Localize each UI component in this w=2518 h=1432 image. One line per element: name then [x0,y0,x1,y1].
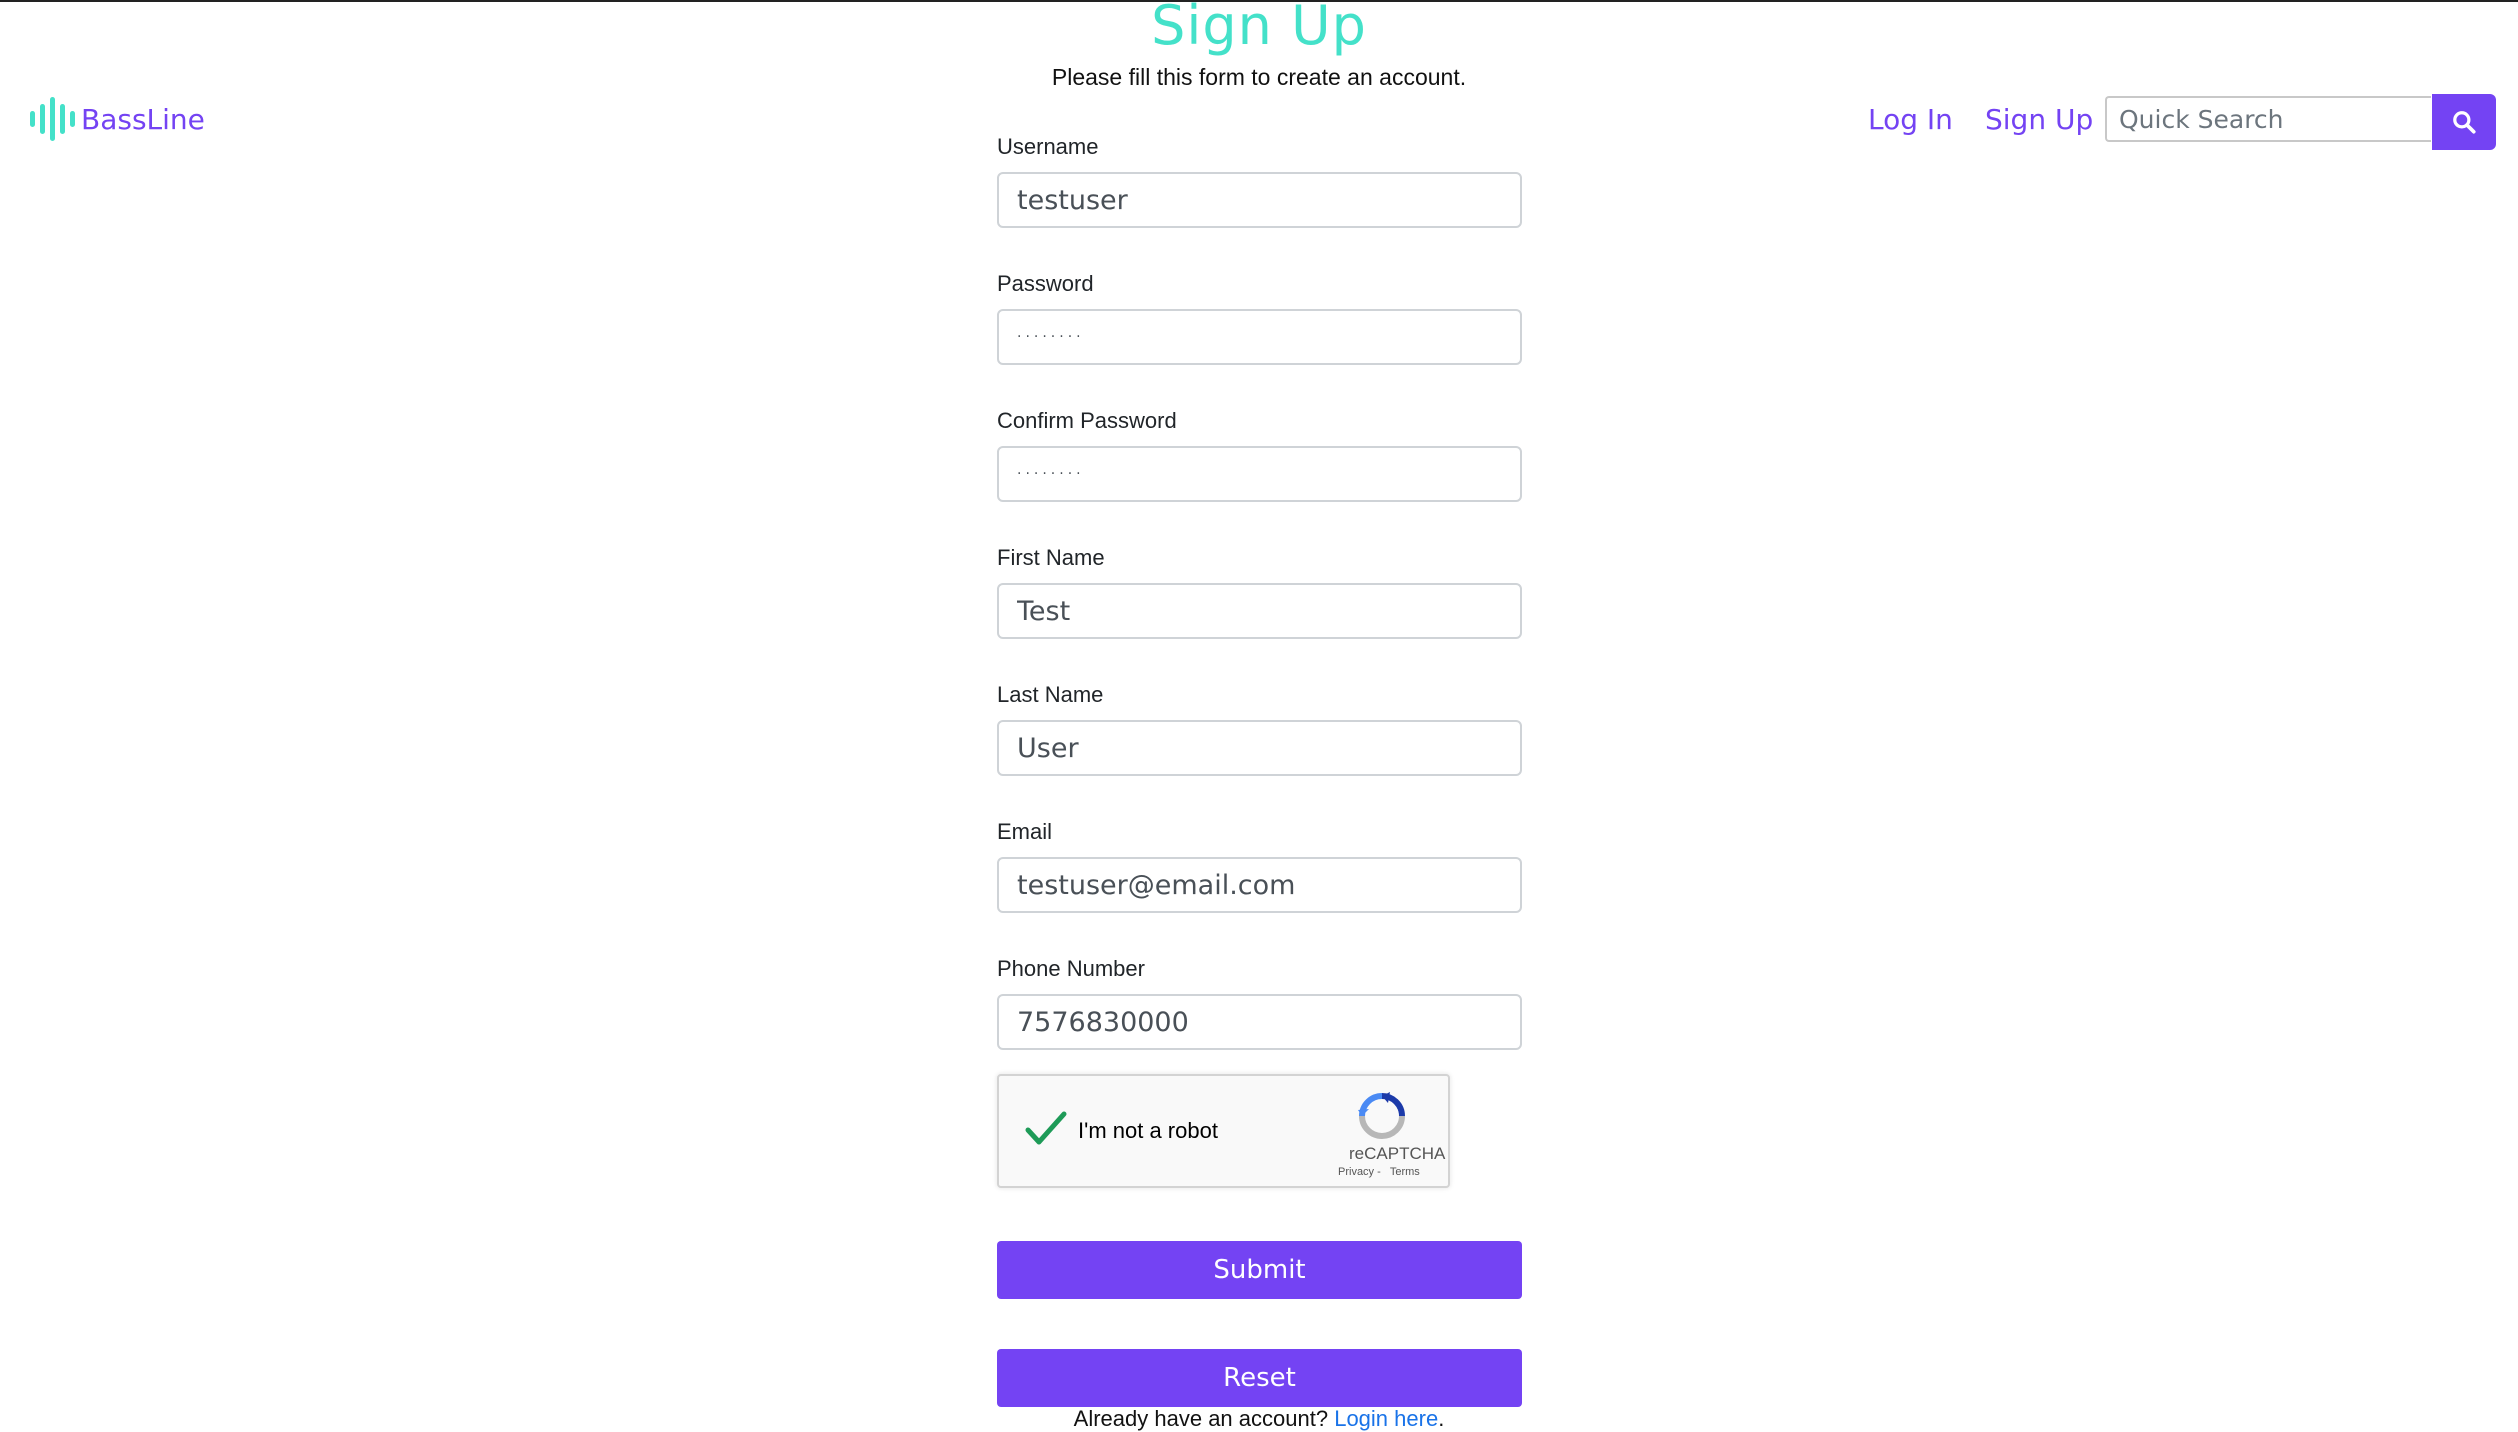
checkmark-icon[interactable] [1023,1106,1069,1152]
last-name-input[interactable] [997,720,1522,776]
recaptcha-link-separator: - [1374,1166,1384,1178]
confirm-password-label: Confirm Password [997,408,1177,433]
search-button[interactable] [2432,94,2496,150]
recaptcha-logo-icon [1358,1092,1405,1139]
recaptcha-terms-link[interactable]: Terms [1390,1166,1420,1178]
login-here-link[interactable]: Login here [1334,1406,1438,1431]
page-subtitle: Please fill this form to create an accou… [1051,64,1467,90]
soundwave-icon [30,97,75,141]
recaptcha-links: Privacy - Terms [1338,1166,1420,1178]
login-prompt-suffix: . [1438,1406,1445,1431]
reset-button[interactable]: Reset [997,1349,1522,1407]
first-name-label: First Name [997,545,1105,570]
confirm-password-input[interactable]: ········ [997,446,1522,502]
page-title: Sign Up [1151,0,1367,57]
email-input[interactable] [997,857,1522,913]
last-name-label: Last Name [997,682,1104,707]
username-input[interactable] [997,172,1522,228]
recaptcha-label: I'm not a robot [1078,1118,1218,1143]
recaptcha-privacy-link[interactable]: Privacy [1338,1166,1374,1178]
brand-name: BassLine [81,102,205,136]
quick-search-input[interactable] [2105,96,2431,142]
username-label: Username [997,134,1099,159]
phone-input[interactable] [997,994,1522,1050]
recaptcha-widget: I'm not a robot reCAPTCHA Privacy - Term… [997,1074,1450,1188]
email-label: Email [997,819,1053,844]
login-prompt: Already have an account? Login here. [0,1406,2518,1432]
password-input[interactable]: ········ [997,309,1522,365]
phone-label: Phone Number [997,956,1145,981]
password-label: Password [997,271,1094,296]
submit-button[interactable]: Submit [997,1241,1522,1299]
first-name-input[interactable] [997,583,1522,639]
nav-login-link[interactable]: Log In [1868,98,1953,142]
nav-signup-link[interactable]: Sign Up [1985,98,2093,142]
search-icon [2453,111,2476,134]
login-prompt-text: Already have an account? [1073,1406,1329,1431]
brand-logo-link[interactable]: BassLine [30,96,205,142]
recaptcha-brand: reCAPTCHA [1349,1144,1446,1163]
